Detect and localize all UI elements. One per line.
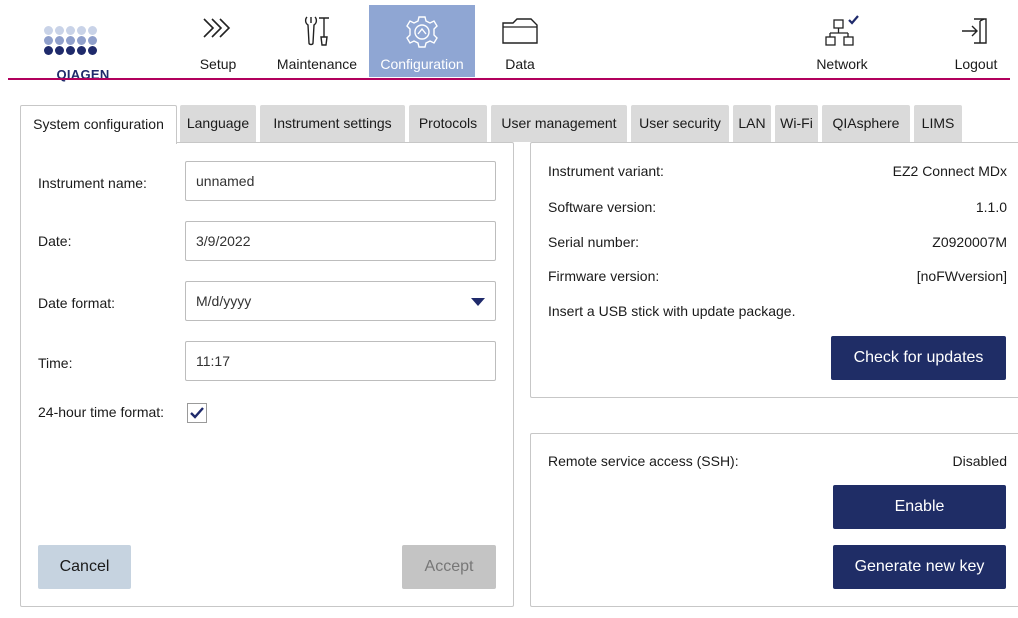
chevrons-right-icon xyxy=(201,15,235,46)
enable-ssh-button[interactable]: Enable xyxy=(833,485,1006,529)
dropdown-arrow-icon xyxy=(471,298,485,306)
nav-configuration-label: Configuration xyxy=(380,56,464,72)
tab-lims[interactable]: LIMS xyxy=(914,105,962,142)
nav-setup-label: Setup xyxy=(199,56,237,72)
tab-user-security[interactable]: User security xyxy=(631,105,729,142)
nav-network-label: Network xyxy=(816,56,868,72)
instrument-name-label: Instrument name: xyxy=(38,175,147,191)
serial-number-value: Z0920007M xyxy=(932,234,1007,250)
network-icon xyxy=(824,15,860,54)
logo-dot xyxy=(44,26,53,35)
tab-qiasphere[interactable]: QIAsphere xyxy=(822,105,910,142)
gear-icon xyxy=(405,15,439,54)
nav-logout-label: Logout xyxy=(954,56,998,72)
logo-dot xyxy=(66,36,75,45)
time-input[interactable] xyxy=(185,341,496,381)
logo-dot xyxy=(55,26,64,35)
tools-icon xyxy=(302,15,332,52)
firmware-version-label: Firmware version: xyxy=(548,268,660,284)
logo-dot xyxy=(66,46,75,55)
nav-maintenance-label: Maintenance xyxy=(276,56,358,72)
date-input[interactable] xyxy=(185,221,496,261)
tab-lan[interactable]: LAN xyxy=(733,105,771,142)
logo-dot xyxy=(55,46,64,55)
tab-protocols[interactable]: Protocols xyxy=(409,105,487,142)
nav-logout[interactable]: Logout xyxy=(948,5,1004,75)
instrument-info-panel: Instrument variant: EZ2 Connect MDx Soft… xyxy=(530,142,1018,398)
instrument-variant-label: Instrument variant: xyxy=(548,163,664,179)
tab-wifi[interactable]: Wi-Fi xyxy=(775,105,818,142)
date-format-label: Date format: xyxy=(38,295,116,311)
checkmark-icon xyxy=(190,407,204,419)
logo-dot xyxy=(77,26,86,35)
nav-maintenance[interactable]: Maintenance xyxy=(268,5,366,75)
folder-icon xyxy=(501,15,539,50)
logo-dot xyxy=(66,26,75,35)
header-accent-line-left xyxy=(8,78,132,80)
instrument-variant-value: EZ2 Connect MDx xyxy=(892,163,1007,179)
generate-new-key-button[interactable]: Generate new key xyxy=(833,545,1006,589)
firmware-version-value: [noFWversion] xyxy=(916,268,1007,284)
tab-system-configuration[interactable]: System configuration xyxy=(20,105,177,144)
logo-dot xyxy=(88,36,97,45)
logout-icon xyxy=(960,15,992,52)
nav-setup[interactable]: Setup xyxy=(186,5,250,75)
nav-network[interactable]: Network xyxy=(806,5,878,75)
time-label: Time: xyxy=(38,355,73,371)
date-label: Date: xyxy=(38,233,72,249)
cancel-button[interactable]: Cancel xyxy=(38,545,131,589)
nav-configuration[interactable]: Configuration xyxy=(369,5,475,77)
serial-number-label: Serial number: xyxy=(548,234,640,250)
usb-update-message: Insert a USB stick with update package. xyxy=(548,303,796,319)
logo-dot xyxy=(77,36,86,45)
top-bar: QIAGEN Setup Maintenance Configuration D… xyxy=(0,0,1018,81)
logo-dot xyxy=(55,36,64,45)
check-for-updates-button[interactable]: Check for updates xyxy=(831,336,1006,380)
tab-user-management[interactable]: User management xyxy=(491,105,627,142)
software-version-value: 1.1.0 xyxy=(975,199,1007,215)
logo-dot xyxy=(88,46,97,55)
nav-data-label: Data xyxy=(505,56,535,72)
logo-dot xyxy=(44,36,53,45)
system-config-form: Instrument name: Date: Date format: M/d/… xyxy=(20,142,514,607)
remote-service-label: Remote service access (SSH): xyxy=(548,453,739,469)
date-format-value: M/d/yyyy xyxy=(196,293,252,309)
date-format-select[interactable]: M/d/yyyy xyxy=(185,281,496,321)
software-version-label: Software version: xyxy=(548,199,657,215)
accept-button[interactable]: Accept xyxy=(402,545,496,589)
instrument-name-input[interactable] xyxy=(185,161,496,201)
header-accent-line xyxy=(132,78,1010,80)
nav-data[interactable]: Data xyxy=(495,5,545,75)
logo-dot xyxy=(77,46,86,55)
logo-dot xyxy=(88,26,97,35)
remote-service-panel: Remote service access (SSH): Disabled En… xyxy=(530,433,1018,607)
tab-instrument-settings[interactable]: Instrument settings xyxy=(260,105,405,142)
time-format-label: 24-hour time format: xyxy=(38,404,165,420)
time-format-checkbox[interactable] xyxy=(187,403,207,423)
remote-service-status: Disabled xyxy=(952,453,1007,469)
tab-language[interactable]: Language xyxy=(180,105,256,142)
qiagen-logo: QIAGEN xyxy=(44,26,122,81)
logo-dot xyxy=(44,46,53,55)
